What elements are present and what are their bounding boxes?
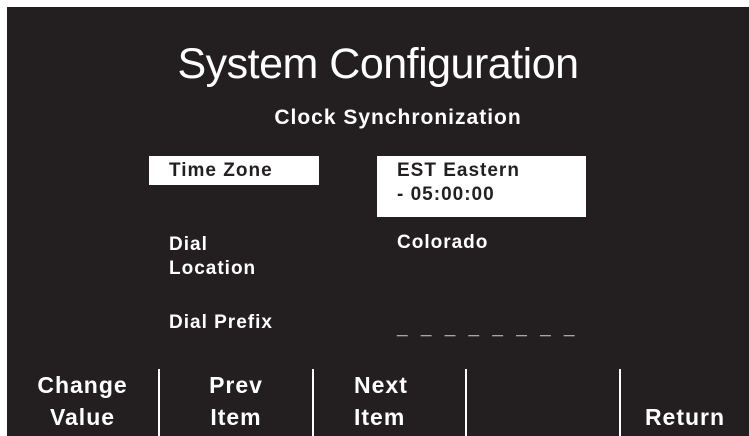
time-zone-label-text: Time Zone	[169, 160, 273, 181]
config-screen: System Configuration Clock Synchronizati…	[7, 7, 749, 436]
time-zone-value-line2: - 05:00:00	[397, 184, 495, 205]
blank-softkey[interactable]	[467, 369, 619, 436]
next-item-line1: Next	[354, 372, 408, 398]
dial-location-label-line1: Dial	[169, 234, 208, 255]
time-zone-value-line1: EST Eastern	[397, 160, 520, 181]
change-value-line1: Change	[37, 372, 128, 398]
dial-location-label[interactable]: Dial Location	[169, 233, 339, 281]
return-line2: Return	[644, 404, 726, 430]
next-item-line2: Item	[354, 404, 406, 430]
time-zone-value[interactable]: EST Eastern - 05:00:00	[377, 156, 586, 217]
dial-prefix-value[interactable]: _ _ _ _ _ _ _ _	[397, 317, 597, 341]
change-value-line2: Value	[49, 404, 116, 430]
change-value-button[interactable]: Change Value	[7, 369, 158, 436]
prev-item-line1: Prev	[209, 372, 263, 398]
return-button[interactable]: Return	[621, 369, 749, 436]
prev-item-line2: Item	[210, 404, 262, 430]
dial-location-label-line2: Location	[169, 258, 257, 279]
page-title: System Configuration	[177, 40, 579, 88]
return-line1	[621, 369, 749, 401]
next-item-button[interactable]: Next Item	[314, 369, 465, 436]
blank-softkey-line2	[467, 401, 619, 433]
time-zone-label[interactable]: Time Zone	[149, 156, 319, 185]
dial-location-value[interactable]: Colorado	[397, 231, 597, 255]
dial-prefix-label[interactable]: Dial Prefix	[169, 311, 339, 335]
prev-item-button[interactable]: Prev Item	[160, 369, 312, 436]
blank-softkey-line1	[467, 369, 619, 401]
page-subtitle: Clock Synchronization	[274, 106, 522, 129]
